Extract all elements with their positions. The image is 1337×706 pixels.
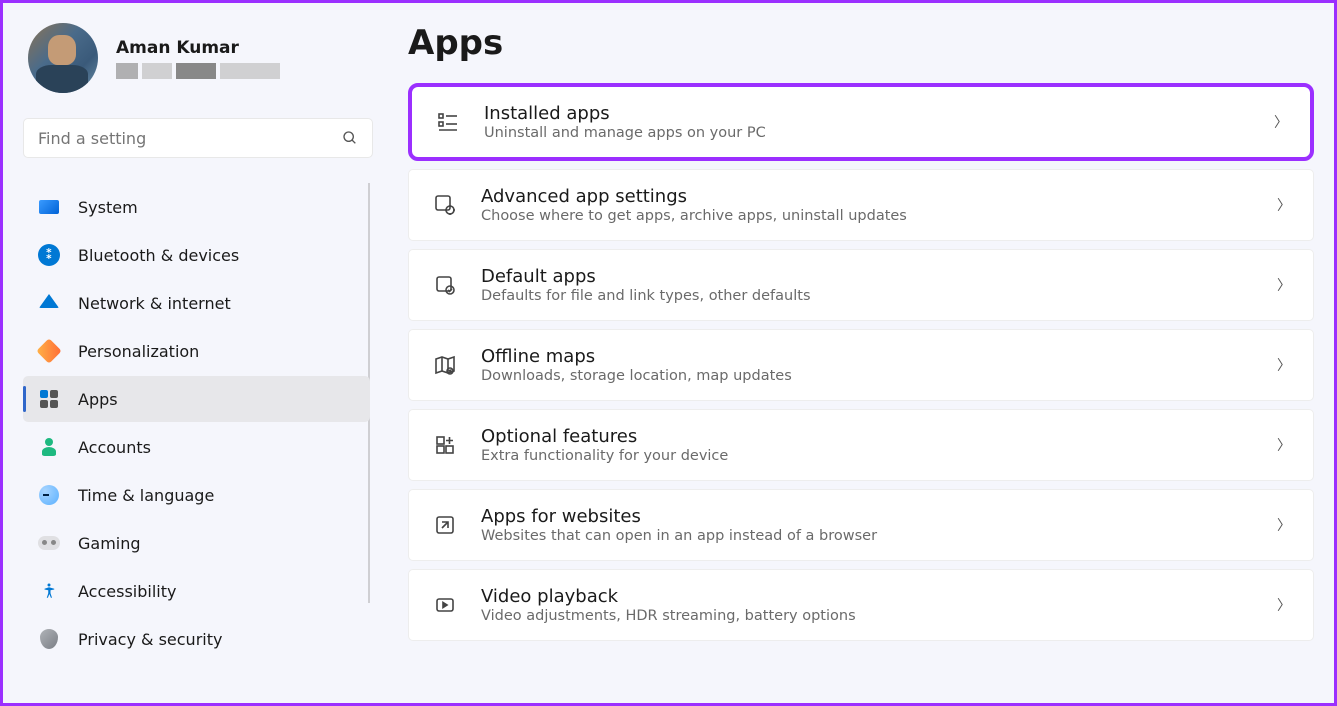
card-desc: Defaults for file and link types, other … bbox=[481, 288, 1277, 304]
accessibility-icon bbox=[37, 579, 61, 603]
search-icon[interactable] bbox=[342, 130, 358, 146]
profile-section[interactable]: Aman Kumar bbox=[23, 23, 388, 93]
network-icon bbox=[37, 291, 61, 315]
card-desc: Downloads, storage location, map updates bbox=[481, 368, 1277, 384]
sidebar-item-privacy[interactable]: Privacy & security bbox=[23, 616, 370, 662]
card-title: Default apps bbox=[481, 266, 1277, 287]
card-offline-maps[interactable]: Offline maps Downloads, storage location… bbox=[408, 329, 1314, 401]
sidebar-item-time[interactable]: Time & language bbox=[23, 472, 370, 518]
bluetooth-icon: ⁑ bbox=[37, 243, 61, 267]
card-title: Offline maps bbox=[481, 346, 1277, 367]
card-apps-websites[interactable]: Apps for websites Websites that can open… bbox=[408, 489, 1314, 561]
profile-email-redacted bbox=[116, 63, 280, 79]
apps-websites-icon bbox=[431, 511, 459, 539]
card-video-playback[interactable]: Video playback Video adjustments, HDR st… bbox=[408, 569, 1314, 641]
chevron-right-icon: 〉 bbox=[1277, 355, 1291, 375]
profile-name: Aman Kumar bbox=[116, 38, 280, 58]
sidebar-item-system[interactable]: System bbox=[23, 184, 370, 230]
chevron-right-icon: 〉 bbox=[1277, 515, 1291, 535]
page-title: Apps bbox=[408, 23, 1314, 63]
sidebar-item-label: Bluetooth & devices bbox=[78, 246, 239, 265]
sidebar-item-personalization[interactable]: Personalization bbox=[23, 328, 370, 374]
sidebar-item-label: System bbox=[78, 198, 138, 217]
sidebar: Aman Kumar System ⁑ Bluetooth & devices bbox=[3, 3, 388, 703]
system-icon bbox=[37, 195, 61, 219]
sidebar-item-network[interactable]: Network & internet bbox=[23, 280, 370, 326]
card-optional-features[interactable]: Optional features Extra functionality fo… bbox=[408, 409, 1314, 481]
video-playback-icon bbox=[431, 591, 459, 619]
privacy-icon bbox=[37, 627, 61, 651]
sidebar-item-label: Accessibility bbox=[78, 582, 176, 601]
optional-features-icon bbox=[431, 431, 459, 459]
chevron-right-icon: 〉 bbox=[1277, 435, 1291, 455]
card-desc: Choose where to get apps, archive apps, … bbox=[481, 208, 1277, 224]
sidebar-item-label: Accounts bbox=[78, 438, 151, 457]
sidebar-item-accounts[interactable]: Accounts bbox=[23, 424, 370, 470]
sidebar-item-label: Time & language bbox=[78, 486, 214, 505]
chevron-right-icon: 〉 bbox=[1277, 595, 1291, 615]
sidebar-item-label: Personalization bbox=[78, 342, 199, 361]
advanced-settings-icon bbox=[431, 191, 459, 219]
sidebar-item-label: Gaming bbox=[78, 534, 141, 553]
gaming-icon bbox=[37, 531, 61, 555]
chevron-right-icon: 〉 bbox=[1277, 275, 1291, 295]
apps-icon bbox=[37, 387, 61, 411]
sidebar-item-bluetooth[interactable]: ⁑ Bluetooth & devices bbox=[23, 232, 370, 278]
chevron-right-icon: 〉 bbox=[1277, 195, 1291, 215]
installed-apps-icon bbox=[434, 108, 462, 136]
sidebar-item-label: Network & internet bbox=[78, 294, 231, 313]
card-default-apps[interactable]: Default apps Defaults for file and link … bbox=[408, 249, 1314, 321]
card-desc: Websites that can open in an app instead… bbox=[481, 528, 1277, 544]
card-title: Apps for websites bbox=[481, 506, 1277, 527]
card-advanced-settings[interactable]: Advanced app settings Choose where to ge… bbox=[408, 169, 1314, 241]
main-content: Apps Installed apps Uninstall and manage… bbox=[388, 3, 1334, 703]
offline-maps-icon bbox=[431, 351, 459, 379]
search-input[interactable] bbox=[38, 129, 342, 148]
card-desc: Extra functionality for your device bbox=[481, 448, 1277, 464]
personalization-icon bbox=[37, 339, 61, 363]
default-apps-icon bbox=[431, 271, 459, 299]
sidebar-item-apps[interactable]: Apps bbox=[23, 376, 370, 422]
card-title: Video playback bbox=[481, 586, 1277, 607]
chevron-right-icon: 〉 bbox=[1274, 112, 1288, 132]
accounts-icon bbox=[37, 435, 61, 459]
nav: System ⁑ Bluetooth & devices Network & i… bbox=[23, 183, 388, 663]
time-icon bbox=[37, 483, 61, 507]
sidebar-item-accessibility[interactable]: Accessibility bbox=[23, 568, 370, 614]
card-title: Installed apps bbox=[484, 103, 1274, 124]
card-installed-apps[interactable]: Installed apps Uninstall and manage apps… bbox=[408, 83, 1314, 161]
avatar bbox=[28, 23, 98, 93]
sidebar-item-label: Apps bbox=[78, 390, 118, 409]
card-desc: Uninstall and manage apps on your PC bbox=[484, 125, 1274, 141]
sidebar-item-gaming[interactable]: Gaming bbox=[23, 520, 370, 566]
card-title: Advanced app settings bbox=[481, 186, 1277, 207]
card-title: Optional features bbox=[481, 426, 1277, 447]
card-desc: Video adjustments, HDR streaming, batter… bbox=[481, 608, 1277, 624]
sidebar-item-label: Privacy & security bbox=[78, 630, 222, 649]
search-box[interactable] bbox=[23, 118, 373, 158]
